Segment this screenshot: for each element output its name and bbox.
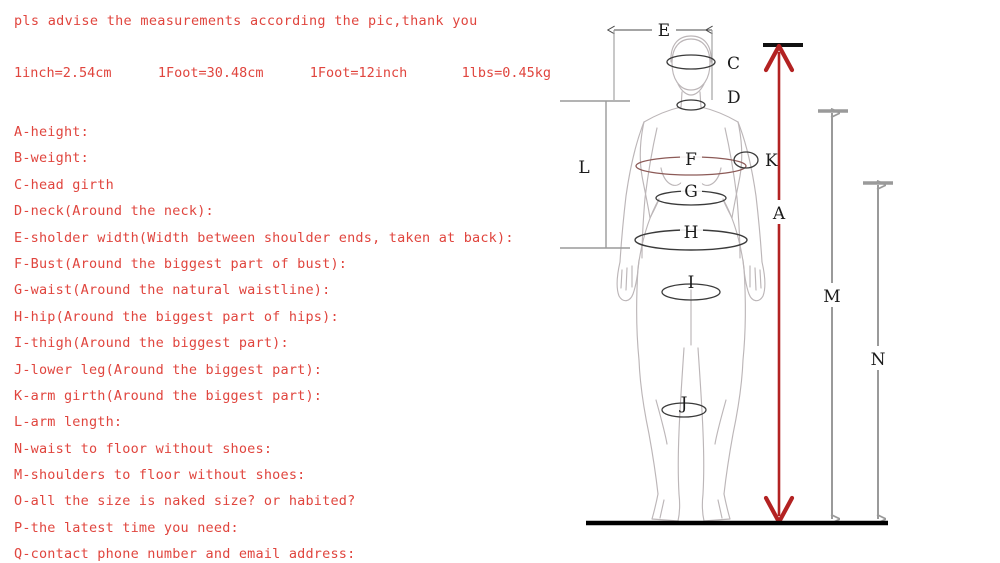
dimension-m-shoulder-to-floor: M	[818, 111, 848, 519]
label-h: H	[684, 223, 699, 243]
conversion-inch-cm: 1inch=2.54cm	[14, 65, 112, 81]
label-c: C	[727, 54, 740, 74]
conversion-foot-inch: 1Foot=12inch	[309, 65, 408, 81]
measure-d-neck: D	[676, 88, 741, 111]
measure-j-lower-leg: J	[661, 394, 707, 418]
measurement-item-m: M-shoulders to floor without shoes:	[14, 467, 306, 484]
label-j: J	[679, 394, 688, 414]
measure-g-waist: G	[655, 181, 727, 206]
measurement-item-j: J-lower leg(Around the biggest part):	[14, 361, 323, 378]
measurement-item-p: P-the latest time you need:	[14, 519, 239, 536]
label-g: G	[684, 182, 698, 202]
label-l: L	[578, 158, 589, 178]
measurement-item-e: E-sholder width(Width between shoulder e…	[14, 229, 514, 246]
label-f: F	[685, 150, 697, 170]
conversion-lbs-kg: 1lbs=0.45kg	[461, 65, 552, 81]
measurement-item-b: B-weight:	[14, 150, 89, 167]
dimension-a-height: A	[763, 43, 803, 525]
measurement-guide-page: pls advise the measurements according th…	[0, 0, 1000, 563]
measure-c-head-girth: C	[666, 54, 740, 74]
unit-conversion-row: 1inch=2.54cm 1Foot=30.48cm 1Foot=12inch …	[14, 65, 551, 81]
intro-text: pls advise the measurements according th…	[14, 13, 478, 29]
dimension-l-arm-length	[560, 100, 630, 249]
label-n: N	[871, 350, 886, 370]
text-panel: pls advise the measurements according th…	[0, 0, 590, 563]
conversion-foot-cm: 1Foot=30.48cm	[157, 65, 264, 81]
label-i: I	[688, 273, 695, 293]
label-m: M	[823, 287, 840, 307]
measurement-item-q: Q-contact phone number and email address…	[14, 546, 356, 563]
measurement-item-i: I-thigh(Around the biggest part):	[14, 335, 289, 352]
measurement-item-l: L-arm length:	[14, 414, 123, 431]
measurement-list: A-height: B-weight: C-head girth D-neck(…	[0, 119, 590, 563]
measurement-item-g: G-waist(Around the natural waistline):	[14, 282, 331, 299]
measurement-item-o: O-all the size is naked size? or habited…	[14, 493, 356, 510]
dimension-e-shoulder-width: E	[614, 19, 712, 100]
measurement-item-k: K-arm girth(Around the biggest part):	[14, 387, 323, 404]
measurement-item-d: D-neck(Around the neck):	[14, 203, 214, 220]
label-d: D	[727, 88, 741, 108]
dimension-n-waist-to-floor: N	[863, 183, 893, 519]
measure-h-hip: H	[634, 220, 748, 251]
measurement-item-n: N-waist to floor without shoes:	[14, 440, 273, 457]
measurement-item-c: C-head girth	[14, 176, 114, 193]
measurement-item-h: H-hip(Around the biggest part of hips):	[14, 308, 339, 325]
measurement-item-a: A-height:	[14, 124, 89, 140]
body-measurement-diagram: E C D F K G H I J L A M N	[560, 0, 1000, 563]
label-e: E	[658, 21, 670, 41]
measurement-item-f: F-Bust(Around the biggest part of bust):	[14, 255, 348, 272]
label-k: K	[765, 151, 778, 171]
label-a: A	[772, 204, 786, 224]
